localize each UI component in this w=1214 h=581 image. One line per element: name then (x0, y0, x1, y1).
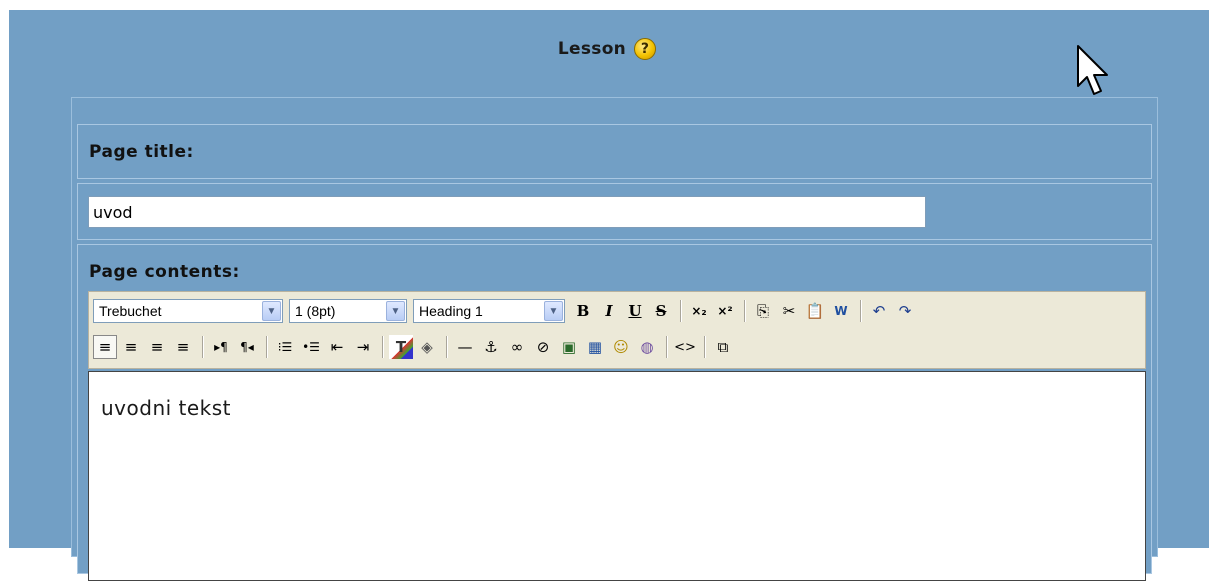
fullscreen-button[interactable]: ⧉ (711, 335, 735, 359)
cut-button[interactable]: ✂ (777, 299, 801, 323)
toolbar-separator (382, 336, 384, 358)
strikethrough-button[interactable]: S (649, 299, 673, 323)
link-button[interactable]: ∞ (505, 335, 529, 359)
page-title-label-row: Page title: (77, 124, 1152, 179)
chevron-down-icon: ▼ (386, 301, 405, 321)
bold-button[interactable]: B (571, 299, 595, 323)
horizontal-rule-button[interactable]: — (453, 335, 477, 359)
toolbar-separator (860, 300, 862, 322)
toolbar-separator (446, 336, 448, 358)
indent-button[interactable]: ⇥ (351, 335, 375, 359)
rtl-button[interactable]: ¶◂ (235, 335, 259, 359)
format-block-select[interactable]: Heading 1 ▼ (413, 299, 565, 323)
smiley-button[interactable]: ☺ (609, 335, 633, 359)
paste-button[interactable]: 📋 (803, 299, 827, 323)
chevron-down-icon: ▼ (544, 301, 563, 321)
font-family-select[interactable]: Trebuchet ▼ (93, 299, 283, 323)
justify-full-button[interactable]: ≡ (171, 335, 195, 359)
subscript-button[interactable]: ×₂ (687, 299, 711, 323)
toolbar-row-2: ≡ ≡ ≡ ≡ ▸¶ ¶◂ ⁝☰ •☰ ⇤ ⇥ T ◈ — ⚓ ∞ ⊘ ▣ ▦ … (93, 332, 737, 362)
italic-button[interactable]: I (597, 299, 621, 323)
outdent-button[interactable]: ⇤ (325, 335, 349, 359)
toolbar-row-1: Trebuchet ▼ 1 (8pt) ▼ Heading 1 ▼ B I U … (93, 296, 919, 326)
rich-text-editor-area[interactable]: uvodni tekst (88, 371, 1146, 581)
chevron-down-icon: ▼ (262, 301, 281, 321)
page-contents-label: Page contents: (89, 262, 240, 282)
insert-image-button[interactable]: ▣ (557, 335, 581, 359)
redo-button[interactable]: ↷ (893, 299, 917, 323)
mouse-pointer-icon (1077, 45, 1108, 95)
toolbar-separator (202, 336, 204, 358)
page-title-input[interactable] (88, 196, 926, 228)
toolbar-separator (680, 300, 682, 322)
help-icon[interactable]: ? (634, 38, 657, 60)
background-color-button[interactable]: ◈ (415, 335, 439, 359)
text-color-button[interactable]: T (389, 335, 413, 359)
page-title-text: Lesson (557, 39, 627, 59)
font-size-select[interactable]: 1 (8pt) ▼ (289, 299, 407, 323)
anchor-button[interactable]: ⚓ (479, 335, 503, 359)
undo-button[interactable]: ↶ (867, 299, 891, 323)
underline-button[interactable]: U (623, 299, 647, 323)
superscript-button[interactable]: ×² (713, 299, 737, 323)
unlink-button[interactable]: ⊘ (531, 335, 555, 359)
toolbar-separator (704, 336, 706, 358)
page-contents-row: Page contents: Trebuchet ▼ 1 (8pt) ▼ Hea… (77, 244, 1152, 581)
justify-right-button[interactable]: ≡ (145, 335, 169, 359)
html-source-button[interactable]: <> (673, 335, 697, 359)
justify-left-button[interactable]: ≡ (93, 335, 117, 359)
font-size-value: 1 (8pt) (295, 303, 336, 319)
editor-toolbar: Trebuchet ▼ 1 (8pt) ▼ Heading 1 ▼ B I U … (88, 291, 1146, 369)
editor-content: uvodni tekst (101, 396, 232, 420)
ltr-button[interactable]: ▸¶ (209, 335, 233, 359)
justify-center-button[interactable]: ≡ (119, 335, 143, 359)
lesson-form: Page title: Page contents: Trebuchet ▼ 1… (71, 97, 1158, 581)
page-title-input-row (77, 183, 1152, 240)
format-block-value: Heading 1 (419, 303, 483, 319)
page-title-label: Page title: (89, 142, 194, 162)
font-family-value: Trebuchet (99, 303, 162, 319)
unordered-list-button[interactable]: •☰ (299, 335, 323, 359)
toolbar-separator (666, 336, 668, 358)
special-char-button[interactable]: ◍ (635, 335, 659, 359)
toolbar-separator (266, 336, 268, 358)
insert-table-button[interactable]: ▦ (583, 335, 607, 359)
page-heading: Lesson ? (0, 34, 1214, 64)
copy-button[interactable]: ⎘ (751, 299, 775, 323)
ordered-list-button[interactable]: ⁝☰ (273, 335, 297, 359)
toolbar-separator (744, 300, 746, 322)
paste-word-button[interactable]: W (829, 299, 853, 323)
